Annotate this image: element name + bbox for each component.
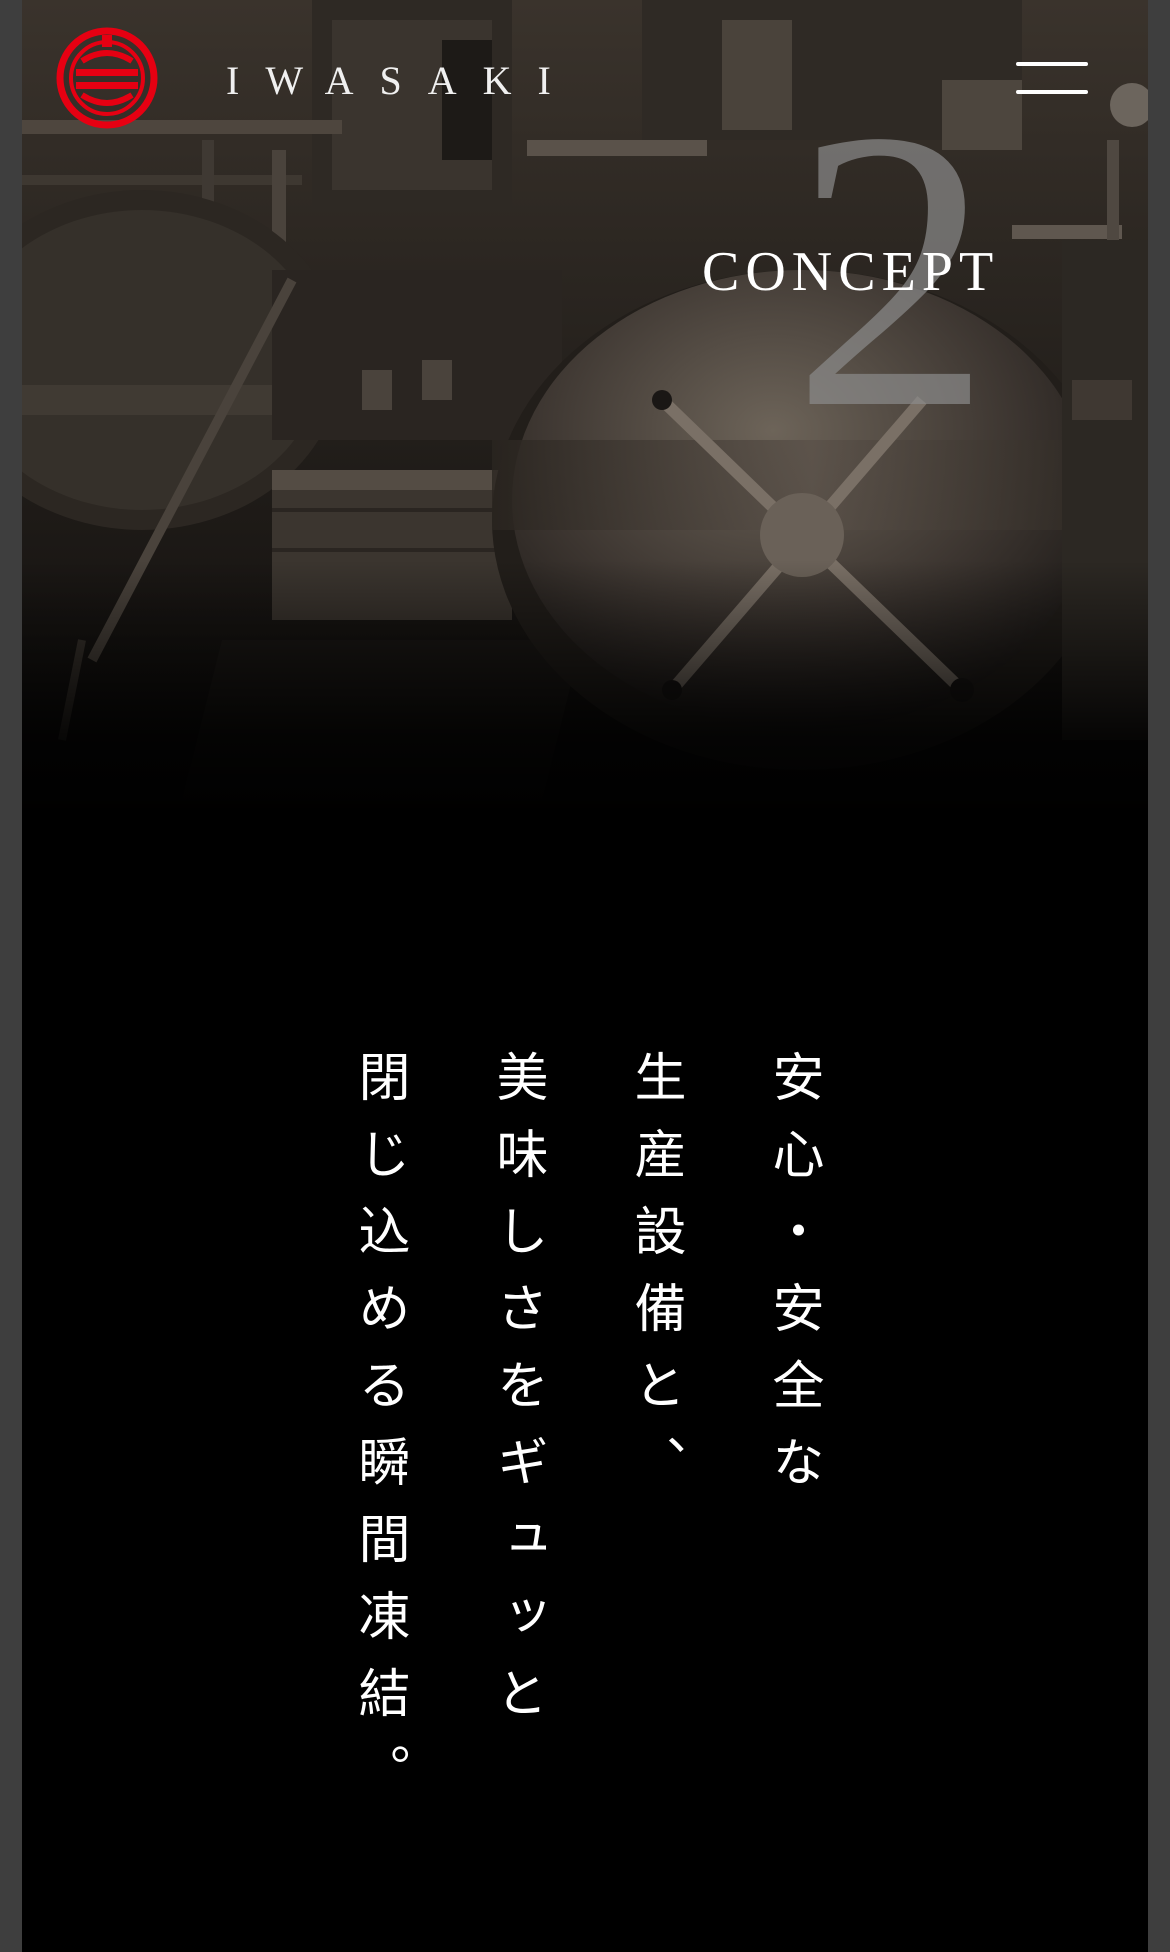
copy-line-3: 美味しさをギュッと [487,1050,547,1743]
concept-copy: 安心・安全な 生産設備と、 美味しさをギュッと 閉じ込める瞬間凍結。 [22,1050,1148,1820]
copy-line-1: 安心・安全な [763,1050,823,1512]
hero-fade-overlay [22,560,1148,830]
iwasaki-crest-icon[interactable] [56,27,158,129]
section-title: CONCEPT [702,241,1000,303]
menu-bar-top [1016,62,1088,66]
copy-line-4: 閉じ込める瞬間凍結。 [349,1050,409,1820]
copy-line-2: 生産設備と、 [625,1050,685,1512]
page-frame: IWASAKI 2 CONCEPT 安心・安全な 生産設備と、 美味しさをギュッ… [22,0,1148,1952]
hamburger-menu-icon[interactable] [1016,56,1088,100]
menu-bar-bottom [1016,90,1088,94]
brand-name[interactable]: IWASAKI [226,56,577,106]
